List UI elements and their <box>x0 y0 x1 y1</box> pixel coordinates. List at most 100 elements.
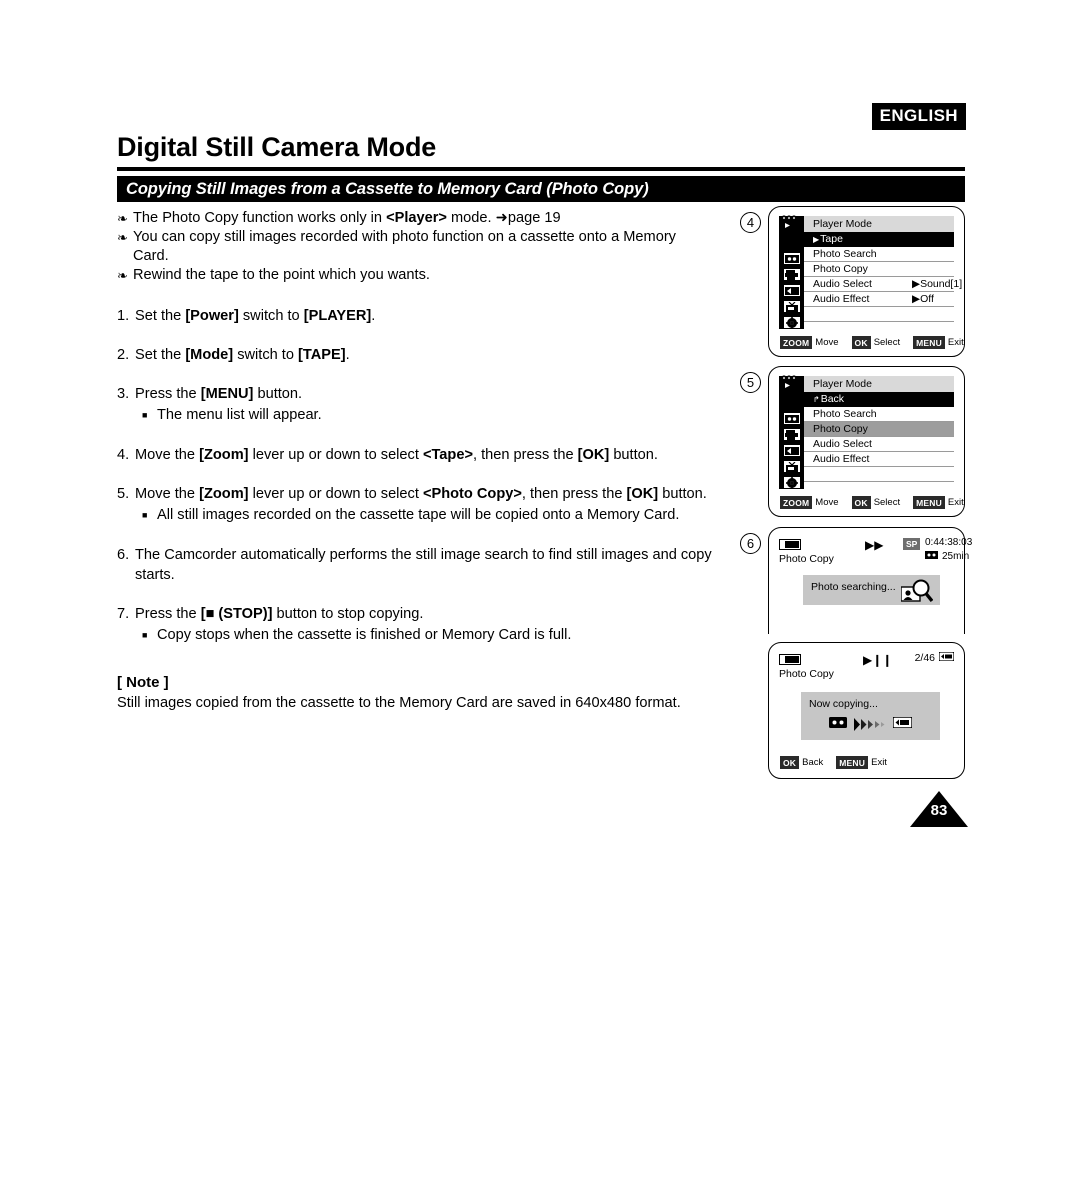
step-number: 7. <box>117 606 130 622</box>
menu-rows-5: Player Mode ↱Back Photo Search Photo Copy A… <box>804 376 954 489</box>
key-badge-menu[interactable]: MENU <box>913 336 945 349</box>
menu-title: Player Mode <box>804 216 954 232</box>
panel-step-5: 5 Player Mode ↱Back Photo Search Photo C… <box>735 366 975 519</box>
key-badge-ok[interactable]: OK <box>851 496 871 509</box>
step-text: Press the [■ (STOP)] button to stop copy… <box>135 606 424 622</box>
manual-page: ENGLISH Digital Still Camera Mode Copyin… <box>0 0 1080 1177</box>
step-body: Press the [■ (STOP)] button to stop copy… <box>135 604 737 646</box>
page-title: Digital Still Camera Mode <box>117 132 437 162</box>
menu-item-audio-select[interactable]: Audio Select ▶Sound[1] <box>804 277 962 292</box>
photo-copy-icon <box>782 428 801 441</box>
copy-direction-chevrons <box>854 717 886 731</box>
key-label: Exit <box>871 757 887 768</box>
bullet-marker-icon: ❧ <box>117 211 128 226</box>
status-bar-6: Photo Copy ▶▶ SP 0:44:38:03 25min <box>779 537 972 567</box>
step-text: Move the [Zoom] lever up or down to sele… <box>135 486 707 502</box>
page-number-badge: 83 <box>908 789 970 829</box>
camcorder-icon <box>779 375 804 392</box>
status-bar-7: Photo Copy ▶❙❙ 2/46 <box>779 651 955 682</box>
lcd-screen-6: Photo Copy ▶▶ SP 0:44:38:03 25min Photo … <box>768 527 972 634</box>
menu-item-label: Photo Search <box>813 408 877 420</box>
cassette-icon <box>829 715 847 733</box>
selection-marker-icon: ▶ <box>813 235 820 244</box>
tv-icon <box>782 460 801 473</box>
section-title: Copying Still Images from a Cassette to … <box>126 179 649 198</box>
photo-counter: 2/46 <box>915 651 955 664</box>
menu-item-photo-copy[interactable]: Photo Copy <box>804 422 954 437</box>
square-bullet-icon: ■ <box>142 410 148 420</box>
key-badge-zoom[interactable]: ZOOM <box>780 496 813 509</box>
bullet-list: ❧ The Photo Copy function works only in <… <box>117 209 737 285</box>
bullet-item: ❧ Rewind the tape to the point which you … <box>117 266 737 285</box>
play-pause-icon: ▶❙❙ <box>863 653 893 667</box>
step-body: Move the [Zoom] lever up or down to sele… <box>135 484 737 526</box>
bullet-continuation: Card. <box>133 248 169 264</box>
step-circle-6: 6 <box>740 533 761 554</box>
bullet-item: ❧ You can copy still images recorded with… <box>117 228 737 247</box>
key-hint-row-4: ZOOM Move OK Select MENU Exit <box>779 336 964 349</box>
back-arrow-icon: ↱ <box>813 395 820 404</box>
osd-text: Now copying... <box>809 698 878 710</box>
step-item: 5. Move the [Zoom] lever up or down to se… <box>117 484 737 526</box>
photo-copy-icon <box>782 268 801 281</box>
step-item: 4. Move the [Zoom] lever up or down to se… <box>117 445 737 465</box>
key-badge-menu[interactable]: MENU <box>836 756 869 769</box>
settings-icon <box>782 476 801 489</box>
title-divider <box>117 167 965 171</box>
key-label: Back <box>802 757 824 768</box>
menu-item-label: Back <box>820 393 845 405</box>
audio-icon <box>782 444 801 457</box>
square-bullet-icon: ■ <box>142 510 148 520</box>
mode-label: Photo Copy <box>779 553 834 565</box>
panel-step-6: 6 Photo Copy ▶▶ SP 0:44:38:03 25min Phot… <box>735 527 975 634</box>
speed-badge: SP <box>903 538 921 550</box>
step-item: 2. Set the [Mode] switch to [TAPE]. <box>117 345 737 365</box>
memory-card-icon <box>938 651 955 664</box>
timecode: 0:44:38:03 <box>925 537 973 548</box>
step-subitem: ■ All still images recorded on the casset… <box>135 505 737 526</box>
step-text: Set the [Mode] switch to [TAPE]. <box>135 347 350 363</box>
step-item: 3. Press the [MENU] button. ■ The menu list… <box>117 384 737 426</box>
step-body: The Camcorder automatically performs the… <box>135 545 737 585</box>
illustration-column: 4 Player Mode ▶Tape Photo Search Photo C… <box>735 206 975 800</box>
menu-item-label: Audio Select <box>813 278 872 290</box>
step-body: Press the [MENU] button. ■ The menu list w… <box>135 384 737 426</box>
menu-item-back[interactable]: ↱Back <box>804 392 954 407</box>
menu-item-photo-copy[interactable]: Photo Copy <box>804 262 954 277</box>
menu-item-label: Tape <box>820 233 843 245</box>
menu-item-audio-select[interactable]: Audio Select <box>804 437 954 452</box>
menu-item-tape[interactable]: ▶Tape <box>804 232 954 247</box>
tape-remaining-value: 25min <box>942 551 970 562</box>
bullet-text: You can copy still images recorded with … <box>133 229 676 245</box>
menu-item-label: Audio Effect <box>813 293 870 305</box>
step-body: Move the [Zoom] lever up or down to sele… <box>135 445 737 465</box>
key-label: Move <box>815 337 839 348</box>
menu-item-audio-effect[interactable]: Audio Effect ▶Off <box>804 292 954 307</box>
menu-item-audio-effect[interactable]: Audio Effect <box>804 452 954 467</box>
key-badge-zoom[interactable]: ZOOM <box>780 336 813 349</box>
step-list: 1. Set the [Power] switch to [PLAYER]. 2. S… <box>117 306 737 646</box>
menu-item-photo-search[interactable]: Photo Search <box>804 407 954 422</box>
key-badge-ok[interactable]: OK <box>780 756 800 769</box>
step-subitem: ■ Copy stops when the cassette is finishe… <box>135 625 737 646</box>
key-badge-ok[interactable]: OK <box>851 336 871 349</box>
section-header: Copying Still Images from a Cassette to … <box>117 176 965 202</box>
lcd-screen-5: Player Mode ↱Back Photo Search Photo Copy A… <box>768 366 965 517</box>
step-subitem-text: Copy stops when the cassette is finished… <box>157 627 572 643</box>
bullet-item: ❧ The Photo Copy function works only in <… <box>117 209 737 228</box>
note-heading: [ Note ] <box>117 674 169 691</box>
language-badge: ENGLISH <box>871 103 966 130</box>
bullet-marker-icon: ❧ <box>117 230 128 245</box>
menu-icon-column <box>779 376 804 489</box>
step-circle-5: 5 <box>740 372 761 393</box>
menu-item-photo-search[interactable]: Photo Search <box>804 247 954 262</box>
copy-animation <box>809 715 932 733</box>
osd-photo-searching: Photo searching... <box>803 575 940 605</box>
body-content: ❧ The Photo Copy function works only in <… <box>117 209 737 713</box>
step-circle-4: 4 <box>740 212 761 233</box>
menu-item-blank <box>804 307 954 322</box>
menu-item-label: Audio Effect <box>813 453 870 465</box>
fast-forward-icon: ▶▶ <box>865 538 884 552</box>
key-badge-menu[interactable]: MENU <box>913 496 945 509</box>
panel-step-4: 4 Player Mode ▶Tape Photo Search Photo C… <box>735 206 975 358</box>
